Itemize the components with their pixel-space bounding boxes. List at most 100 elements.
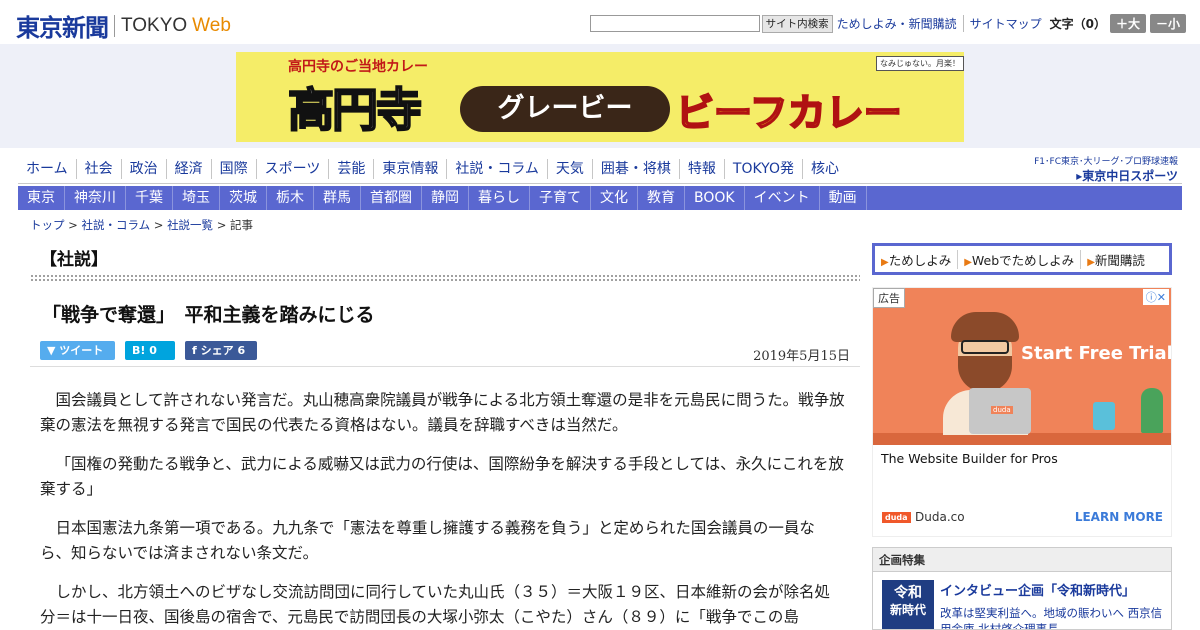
ad-brand: Duda.co [915,510,965,524]
facebook-icon: f [192,344,201,357]
dotted-divider [30,274,860,282]
trial-link-label: ためしよみ [888,252,952,268]
nav-item-weather[interactable]: 天気 [546,159,592,179]
nav-item-tokyo-hatsu[interactable]: TOKYO発 [723,159,802,179]
font-size-label: 文字（0） [1049,17,1106,31]
special-feature-thumbnail[interactable]: 令和 新時代 [882,580,934,629]
region-item-shutoken[interactable]: 首都圏 [361,186,422,210]
nav-item-entertainment[interactable]: 芸能 [328,159,373,179]
nav-item-international[interactable]: 国際 [210,159,256,179]
region-item-culture[interactable]: 文化 [591,186,638,210]
banner-pill-text: グレービー [460,86,670,132]
section-title: 【社説】 [40,250,108,270]
breadcrumb-top[interactable]: トップ [30,218,65,232]
trial-subscribe-link[interactable]: ためしよみ・新聞購読 [837,15,957,32]
twitter-icon: ▼ [47,344,60,357]
ad-headline: Start Free Trial [1021,343,1172,364]
region-item-events[interactable]: イベント [745,186,820,210]
region-item-gunma[interactable]: 群馬 [314,186,361,210]
nav-item-editorials[interactable]: 社説・コラム [446,159,547,179]
region-item-shizuoka[interactable]: 静岡 [422,186,469,210]
breadcrumb-editorials[interactable]: 社説・コラム [81,218,150,232]
nav-item-home[interactable]: ホーム [18,159,76,179]
nav-divider [18,183,1182,184]
tweet-button[interactable]: ▼ ツイート [40,341,115,360]
region-item-living[interactable]: 暮らし [469,186,530,210]
ad-learn-more-button[interactable]: LEARN MORE [1075,510,1163,524]
arrow-right-icon: ▶ [1087,256,1095,268]
region-item-ibaraki[interactable]: 茨城 [220,186,267,210]
region-item-kanagawa[interactable]: 神奈川 [65,186,126,210]
region-item-tokyo[interactable]: 東京 [18,186,65,210]
ad-title[interactable]: The Website Builder for Pros [881,451,1058,466]
article-headline: 「戦争で奪還」 平和主義を踏みにじる [42,304,375,326]
breadcrumb: トップ > 社説・コラム > 社説一覧 > 記事 [30,217,253,233]
region-item-saitama[interactable]: 埼玉 [173,186,220,210]
font-smaller-button[interactable]: －小 [1149,14,1186,33]
share-buttons: ▼ ツイート B! 0 f シェア 6 [40,341,267,360]
ad-plant [1141,388,1163,433]
facebook-share-button[interactable]: f シェア 6 [185,341,257,360]
article-paragraph: 日本国憲法九条第一項である。九九条で「憲法を尊重し擁護する義務を負う」と定められ… [40,519,815,562]
web-trial-link-label: Webでためしよみ [971,252,1075,268]
header-tools: サイト内検索 ためしよみ・新聞購読 サイトマップ 文字（0） ＋大 －小 [589,14,1186,33]
banner-tag: なみじゅない。月楽！ [876,56,964,71]
ad-person-glasses [961,340,1009,354]
nav-item-tokyo-info[interactable]: 東京情報 [373,159,446,179]
nav-item-tokuho[interactable]: 特報 [678,159,724,179]
region-item-tochigi[interactable]: 栃木 [267,186,314,210]
banner-big-text: 高円寺 [287,82,423,138]
article-paragraph: 「国権の発動たる戦争と、武力による威嚇又は武力の行使は、国際紛争を解決する手段と… [40,455,844,498]
nav-item-sports[interactable]: スポーツ [255,159,329,179]
region-item-chiba[interactable]: 千葉 [126,186,173,210]
ad-brand-logo: duda [882,512,911,523]
hatena-bookmark-button[interactable]: B! 0 [125,341,175,360]
sitemap-link[interactable]: サイトマップ [962,15,1042,32]
ad-laptop-badge: duda [991,406,1013,414]
article-paragraph: しかし、北方領土へのビザなし交流訪問団に同行していた丸山氏（３５）＝大阪１９区、… [40,583,831,626]
nav-item-economy[interactable]: 経済 [165,159,211,179]
subscription-links: ▶ためしよみ ▶Webでためしよみ ▶新聞購読 [872,243,1172,275]
ad-label: 広告 [873,288,905,308]
web-trial-link[interactable]: ▶Webでためしよみ [957,249,1080,269]
site-logo[interactable]: 東京新聞 TOKYO Web [16,8,231,43]
search-input[interactable] [589,15,760,32]
nav-item-kakushin[interactable]: 核心 [801,159,847,179]
special-feature-title[interactable]: インタビュー企画「令和新時代」 [940,580,1135,599]
ad-cup [1093,402,1115,430]
chunichi-sports-link[interactable]: F1･FC東京･大リーグ･プロ野球速報 ▸東京中日スポーツ [1034,154,1178,184]
article-rule [30,366,860,367]
ad-close-icon[interactable]: ⓘ✕ [1142,289,1169,305]
region-item-education[interactable]: 教育 [638,186,685,210]
breadcrumb-current: 記事 [230,218,254,232]
trial-link[interactable]: ▶ためしよみ [875,250,957,269]
font-bigger-button[interactable]: ＋大 [1109,14,1146,33]
arrow-right-icon: ▶ [881,256,889,268]
region-item-book[interactable]: BOOK [685,186,745,210]
logo-jp: 東京新聞 [16,13,109,42]
region-item-parenting[interactable]: 子育て [530,186,591,210]
region-item-video[interactable]: 動画 [820,186,867,210]
logo-divider [114,14,115,37]
ad-illustration: duda Start Free Trial [873,288,1172,445]
site-search-button[interactable]: サイト内検索 [761,14,833,33]
thumbnail-line2: 新時代 [889,603,926,617]
subscribe-link[interactable]: ▶新聞購読 [1080,249,1151,269]
site-header: 東京新聞 TOKYO Web サイト内検索 ためしよみ・新聞購読 サイトマップ … [0,0,1200,44]
special-feature-text[interactable]: 改革は堅実利益へ。地域の賑わいへ 西京信用金庫 北村啓介理事長 [940,605,1170,629]
breadcrumb-sep: > [150,218,168,232]
region-nav: 東京 神奈川 千葉 埼玉 茨城 栃木 群馬 首都圏 静岡 暮らし 子育て 文化 … [18,186,1182,210]
breadcrumb-editorial-list[interactable]: 社説一覧 [167,218,213,232]
thumbnail-line1: 令和 [894,585,922,601]
special-feature-box: 企画特集 令和 新時代 インタビュー企画「令和新時代」 改革は堅実利益へ。地域の… [872,547,1172,630]
nav-item-politics[interactable]: 政治 [120,159,166,179]
nav-item-society[interactable]: 社会 [75,159,121,179]
chunichi-logo: ▸東京中日スポーツ [1076,169,1178,183]
article-paragraph: 国会議員として許されない発言だ。丸山穂高衆院議員が戦争による北方領土奪還の是非を… [40,391,845,434]
arrow-right-icon: ▶ [964,256,972,268]
nav-item-go-shogi[interactable]: 囲碁・将棋 [591,159,679,179]
breadcrumb-sep: > [213,218,231,232]
sidebar-ad[interactable]: duda Start Free Trial 広告 ⓘ✕ The Website … [872,287,1172,537]
banner-ad[interactable]: 高円寺のご当地カレー 高円寺 グレービー ビーフカレー なみじゅない。月楽！ [236,52,964,142]
global-nav: ホーム 社会 政治 経済 国際 スポーツ 芸能 東京情報 社説・コラム 天気 囲… [18,159,847,179]
